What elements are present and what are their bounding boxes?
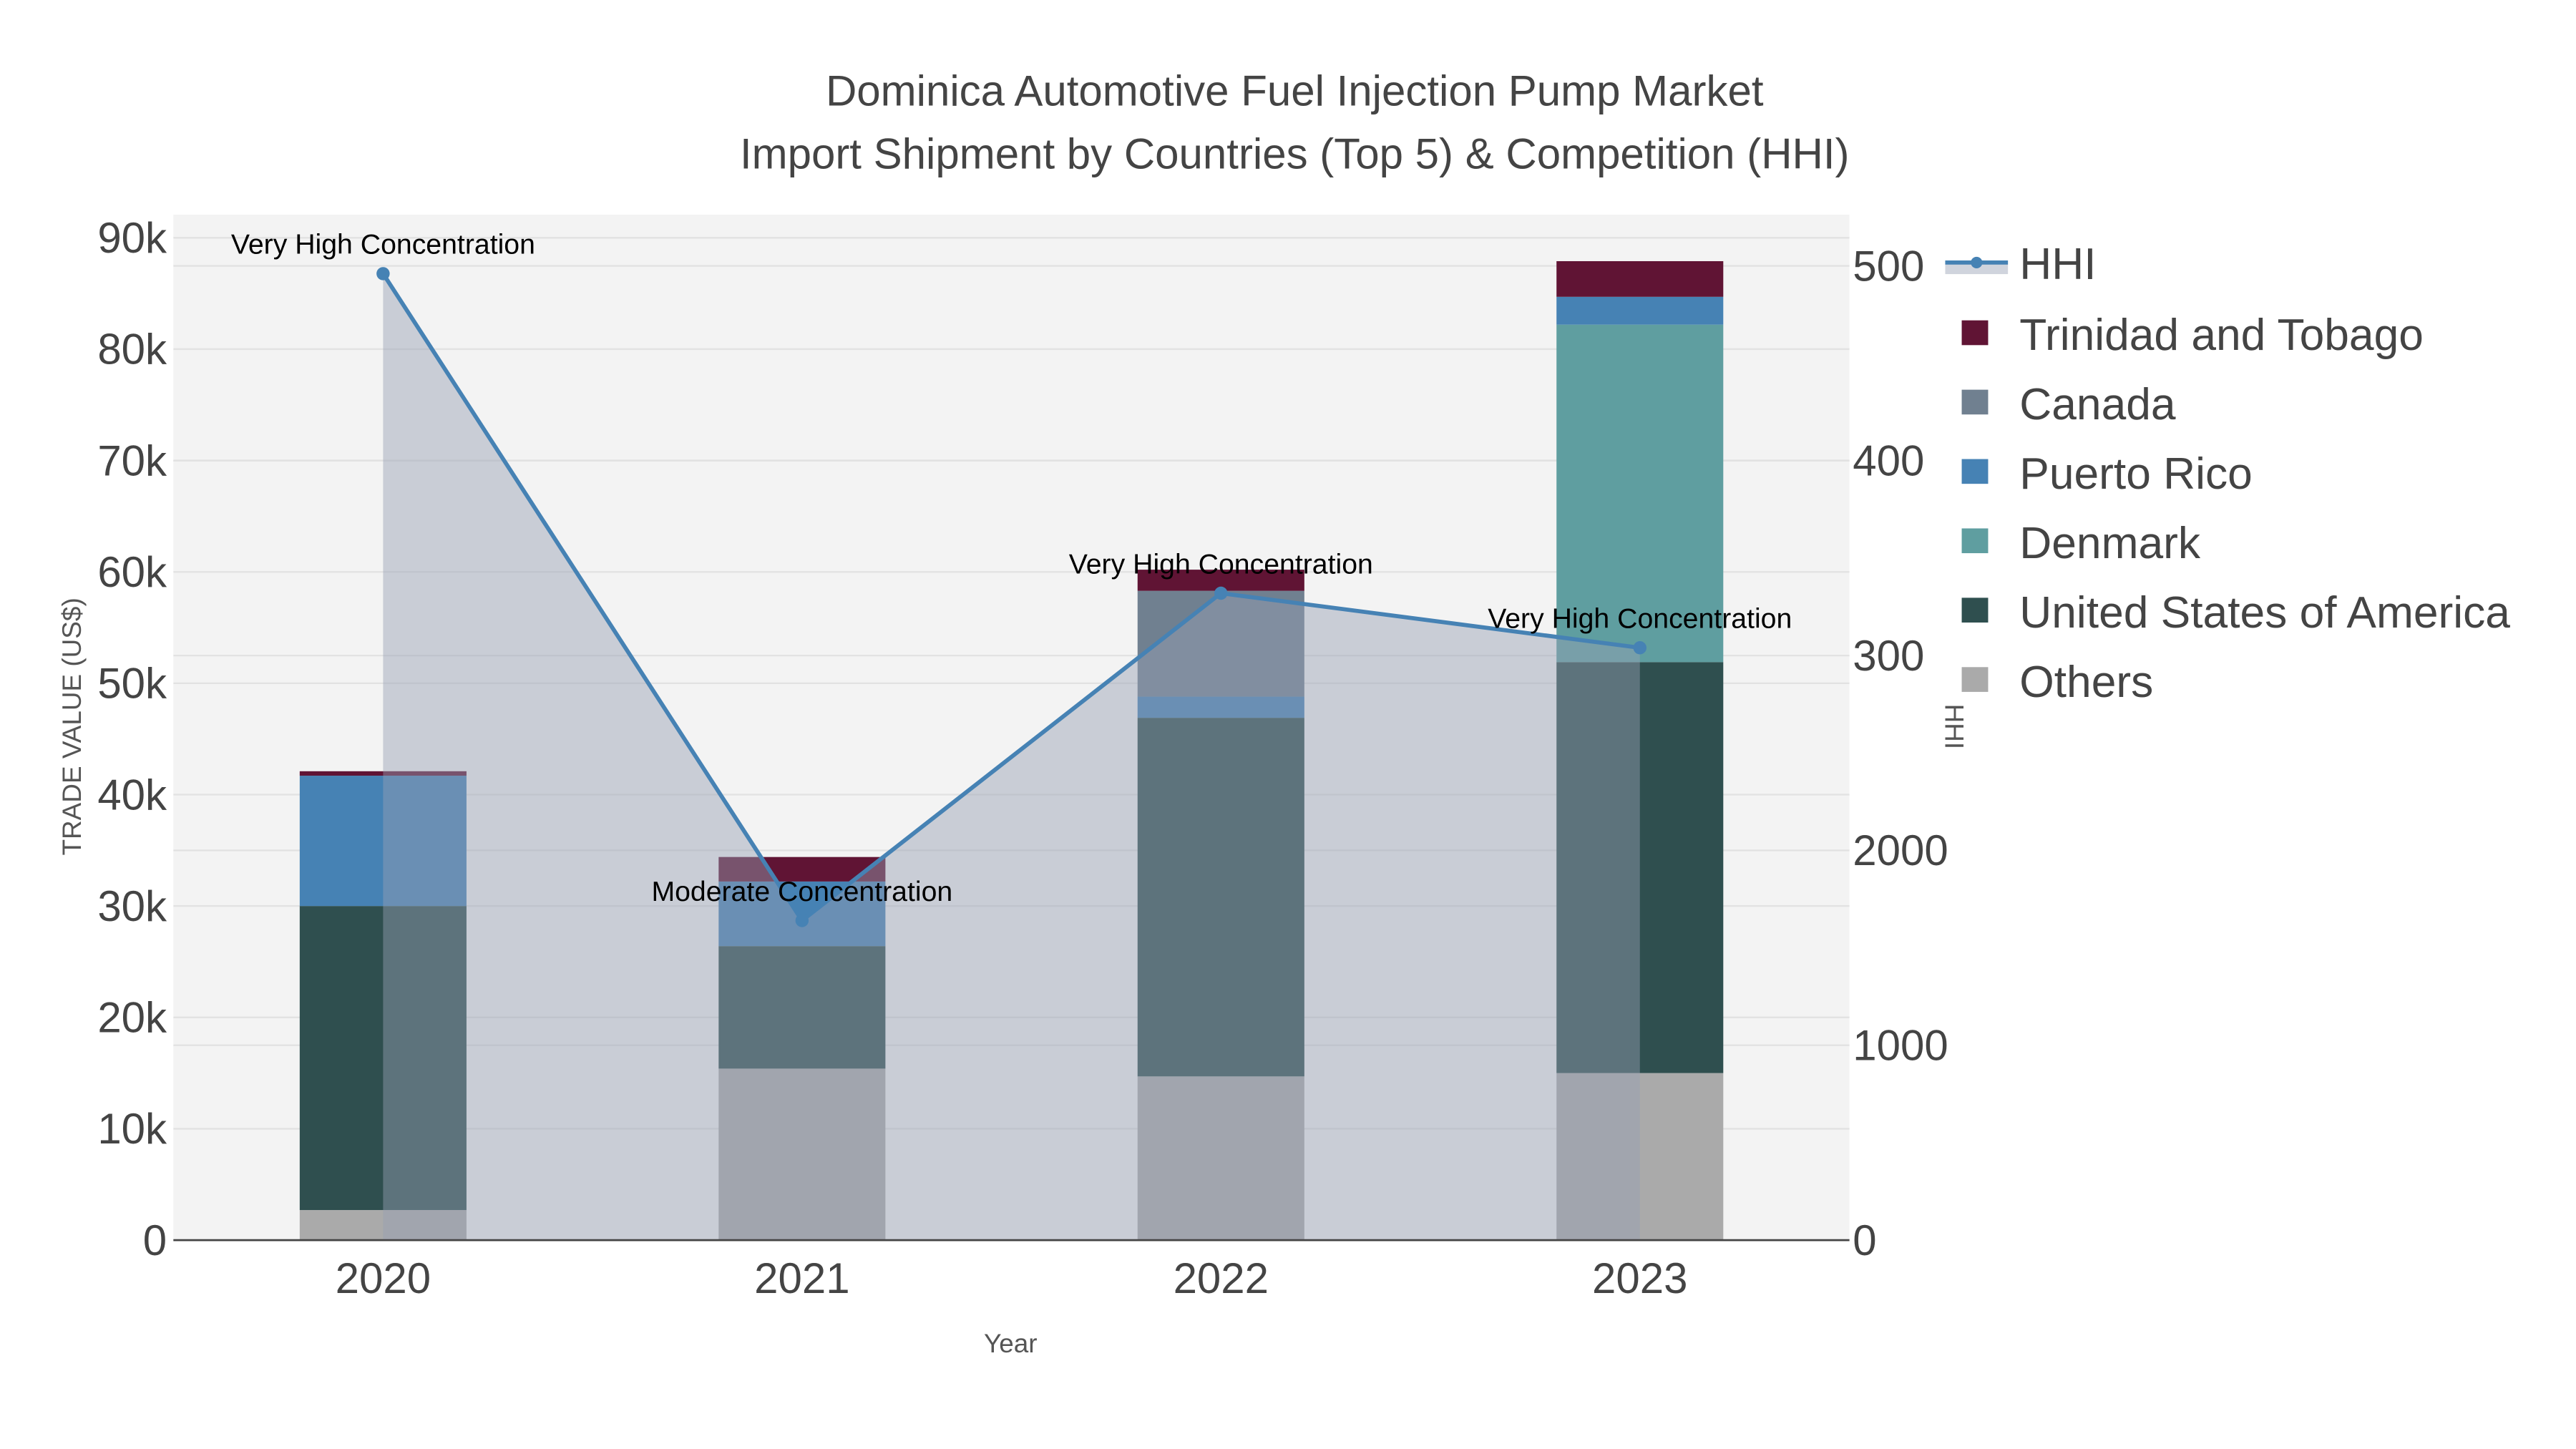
y-tick-label: 50k [97,660,167,708]
legend-swatch [1961,459,1989,484]
legend-swatch [1961,320,1989,346]
y-tick-label: 90k [97,214,167,262]
x-axis-ticks: 2020 2021 2022 2023 [336,1254,1688,1302]
y2-tick-label: 0 [1853,1216,1876,1264]
y2-tick-label: 500 [1853,242,1924,290]
y-tick-label: 60k [97,548,167,596]
y-tick-label: 80k [97,326,167,374]
y-tick-label: 0 [143,1216,167,1264]
legend-hhi-marker-icon [1971,256,1983,268]
legend-swatch [1961,389,1989,415]
y2-tick-label: 1000 [1853,1022,1948,1070]
hhi-point [376,267,390,280]
y2-axis-ticks: 0 1000 2000 300 400 500 [1853,242,1948,1264]
legend-label: Puerto Rico [2019,449,2252,499]
legend-label: Canada [2019,380,2176,429]
hhi-point [795,914,809,927]
y2-tick-label: 400 [1853,437,1924,485]
legend-swatch [1961,528,1989,554]
hhi-annotation: Very High Concentration [1488,603,1792,635]
y2-tick-label: 300 [1853,632,1924,680]
legend-label: Trinidad and Tobago [2019,311,2424,360]
hhi-annotation: Moderate Concentration [651,876,952,907]
legend-label: Denmark [2019,519,2201,568]
y-tick-label: 30k [97,882,167,930]
legend-label: Others [2019,658,2153,707]
legend-label: United States of America [2019,588,2510,638]
y-tick-label: 20k [97,994,167,1042]
x-axis-title: Year [984,1329,1038,1358]
x-tick-label: 2022 [1174,1254,1269,1302]
hhi-point [1214,586,1228,600]
chart: Dominica Automotive Fuel Injection Pump … [57,67,2510,1358]
y2-axis-title: HHI [1939,704,1968,750]
y-tick-label: 40k [97,771,167,819]
bar-trinidad-and-tobago [1556,260,1724,297]
legend-swatch [1961,597,1989,623]
y-tick-label: 70k [97,436,167,484]
y-tick-label: 10k [97,1105,167,1153]
hhi-annotation: Very High Concentration [231,229,535,260]
legend-swatch [1961,667,1989,692]
legend: HHI Trinidad and Tobago Canada Puerto Rico D… [1945,240,2510,707]
x-tick-label: 2021 [754,1254,849,1302]
y-axis-title: TRADE VALUE (US$) [57,597,87,855]
y2-tick-label: 2000 [1853,826,1948,874]
hhi-annotation: Very High Concentration [1069,548,1373,580]
y-axis-ticks: 0 10k 20k 30k 40k 50k 60k 70k 80k 90k [97,214,167,1264]
chart-subtitle: Import Shipment by Countries (Top 5) & C… [740,130,1850,177]
bar-puerto-rico [1556,296,1724,325]
legend-label-hhi: HHI [2019,240,2096,289]
chart-title: Dominica Automotive Fuel Injection Pump … [826,67,1764,115]
x-tick-label: 2020 [336,1254,431,1302]
x-tick-label: 2023 [1592,1254,1687,1302]
hhi-point [1633,641,1646,655]
